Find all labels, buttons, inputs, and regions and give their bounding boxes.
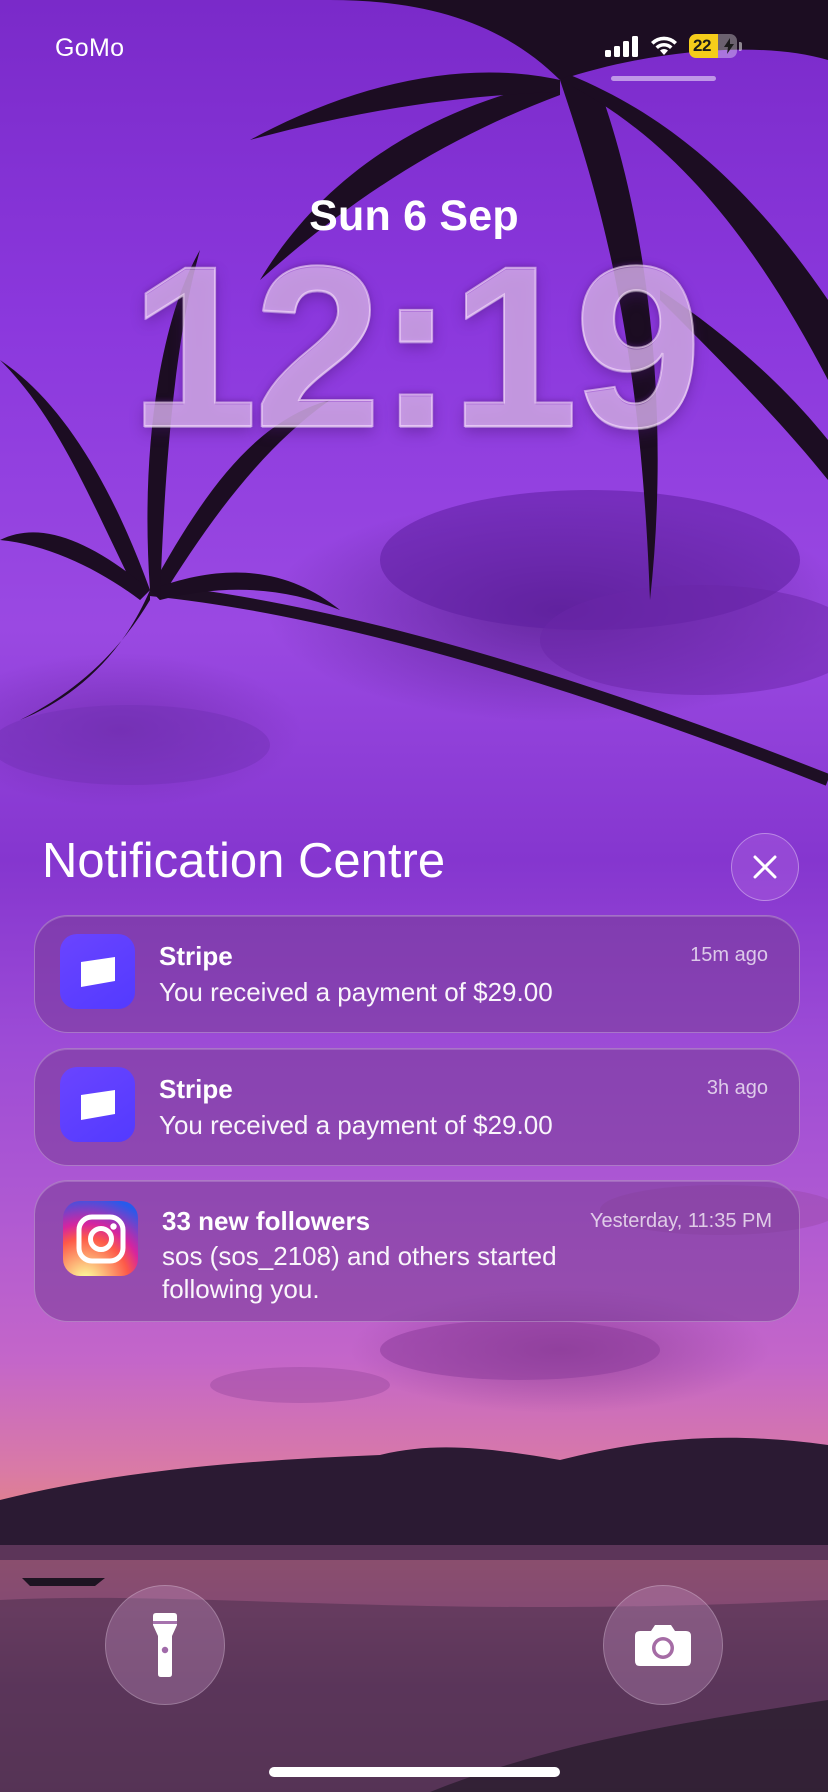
notification-body: You received a payment of $29.00 xyxy=(159,977,553,1007)
notification-time: Yesterday, 11:35 PM xyxy=(590,1210,772,1232)
stripe-icon xyxy=(60,1067,135,1142)
notification-card[interactable]: Stripe You received a payment of $29.00 … xyxy=(34,915,800,1033)
battery-tip xyxy=(739,41,742,51)
lock-time: 12:19 xyxy=(129,218,703,475)
notification-body: sos (sos_2108) and others started follow… xyxy=(162,1241,557,1304)
notification-card[interactable]: Stripe You received a payment of $29.00 … xyxy=(34,1048,800,1166)
carrier-name: GoMo xyxy=(55,34,125,62)
notification-title: Stripe xyxy=(159,1074,233,1104)
instagram-icon xyxy=(63,1201,138,1276)
notification-title: 33 new followers xyxy=(162,1206,371,1236)
close-icon xyxy=(753,855,777,879)
notification-body: You received a payment of $29.00 xyxy=(159,1110,553,1140)
camera-icon xyxy=(635,1625,691,1666)
flashlight-icon xyxy=(153,1613,177,1677)
clear-notifications-button[interactable] xyxy=(731,833,799,901)
camera-button[interactable] xyxy=(603,1585,723,1705)
notification-title: Stripe xyxy=(159,941,233,971)
notification-card[interactable]: 33 new followers sos (sos_2108) and othe… xyxy=(34,1180,800,1322)
notification-time: 3h ago xyxy=(706,1077,768,1099)
battery-level: 22 xyxy=(693,36,711,55)
home-indicator[interactable] xyxy=(269,1767,560,1777)
notification-centre-title: Notification Centre xyxy=(42,834,446,888)
notification-time: 15m ago xyxy=(690,944,768,966)
cellular-signal-icon xyxy=(605,36,638,57)
status-icons: 22 xyxy=(605,34,742,58)
wifi-icon xyxy=(651,36,677,55)
stripe-icon xyxy=(60,934,135,1009)
flashlight-button[interactable] xyxy=(105,1585,225,1705)
control-centre-handle[interactable] xyxy=(611,76,716,81)
battery-charging-icon: 22 xyxy=(689,34,737,58)
